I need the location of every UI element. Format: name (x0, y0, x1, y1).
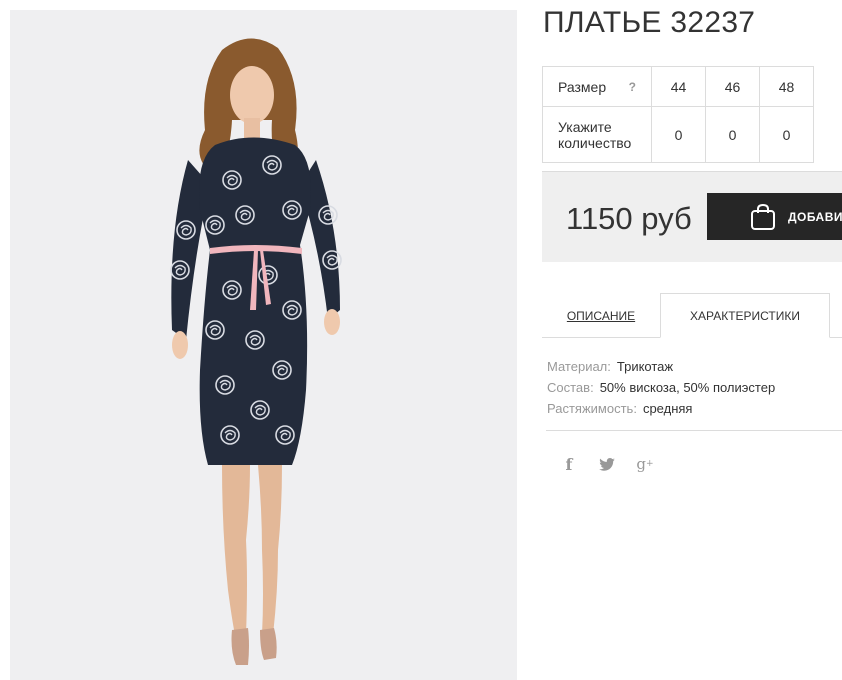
tab-description[interactable]: ОПИСАНИЕ (542, 293, 660, 338)
property-value: 50% вискоза, 50% полиэстер (599, 380, 776, 395)
quantity-input-44[interactable]: 0 (651, 106, 706, 163)
size-quantity-table: Размер ? 44 46 48 Укажите количество 0 0… (542, 66, 814, 163)
twitter-icon[interactable] (596, 454, 618, 474)
quantity-label-line2: количество (558, 134, 632, 151)
facebook-icon[interactable]: f (558, 454, 580, 474)
shopping-bag-icon (751, 203, 775, 230)
property-row: Материал: Трикотаж (547, 356, 775, 377)
google-plus-glyph: g (636, 455, 647, 473)
plus-sign: + (646, 459, 654, 469)
divider (546, 430, 842, 431)
tab-characteristics[interactable]: ХАРАКТЕРИСТИКИ (660, 293, 830, 338)
add-to-cart-button[interactable]: ДОБАВИТЬ В КОРЗИНУ (707, 193, 842, 240)
product-tabs: ОПИСАНИЕ ХАРАКТЕРИСТИКИ (542, 293, 842, 338)
quantity-label-line1: Укажите (558, 118, 612, 135)
google-plus-icon[interactable]: g + (634, 454, 656, 474)
quantity-input-48[interactable]: 0 (759, 106, 814, 163)
size-46: 46 (705, 66, 760, 107)
size-row: Размер ? 44 46 48 (542, 66, 814, 107)
help-icon[interactable]: ? (629, 80, 636, 94)
size-label-cell: Размер ? (542, 66, 652, 107)
quantity-row: Укажите количество 0 0 0 (542, 106, 814, 163)
add-to-cart-label: ДОБАВИТЬ В КОРЗИНУ (788, 209, 842, 224)
size-label: Размер (558, 78, 607, 95)
social-share: f g + (558, 454, 656, 474)
quantity-input-46[interactable]: 0 (705, 106, 760, 163)
quantity-label: Укажите количество (542, 106, 652, 163)
property-key: Растяжимость: (547, 401, 637, 416)
dress-model-image (170, 38, 342, 665)
property-value: средняя (642, 401, 693, 416)
product-photo[interactable] (10, 10, 517, 680)
price: 1150 руб (566, 201, 692, 236)
twitter-bird-icon (599, 457, 615, 471)
property-value: Трикотаж (616, 359, 674, 374)
property-row: Состав: 50% вискоза, 50% полиэстер (547, 377, 775, 398)
product-title: ПЛАТЬЕ 32237 (543, 6, 756, 39)
buy-box: 1150 руб ДОБАВИТЬ В КОРЗИНУ (542, 171, 842, 262)
property-row: Растяжимость: средняя (547, 398, 775, 419)
property-key: Состав: (547, 380, 594, 395)
property-key: Материал: (547, 359, 611, 374)
size-48: 48 (759, 66, 814, 107)
characteristics-list: Материал: Трикотаж Состав: 50% вискоза, 50… (547, 356, 775, 419)
size-44: 44 (651, 66, 706, 107)
